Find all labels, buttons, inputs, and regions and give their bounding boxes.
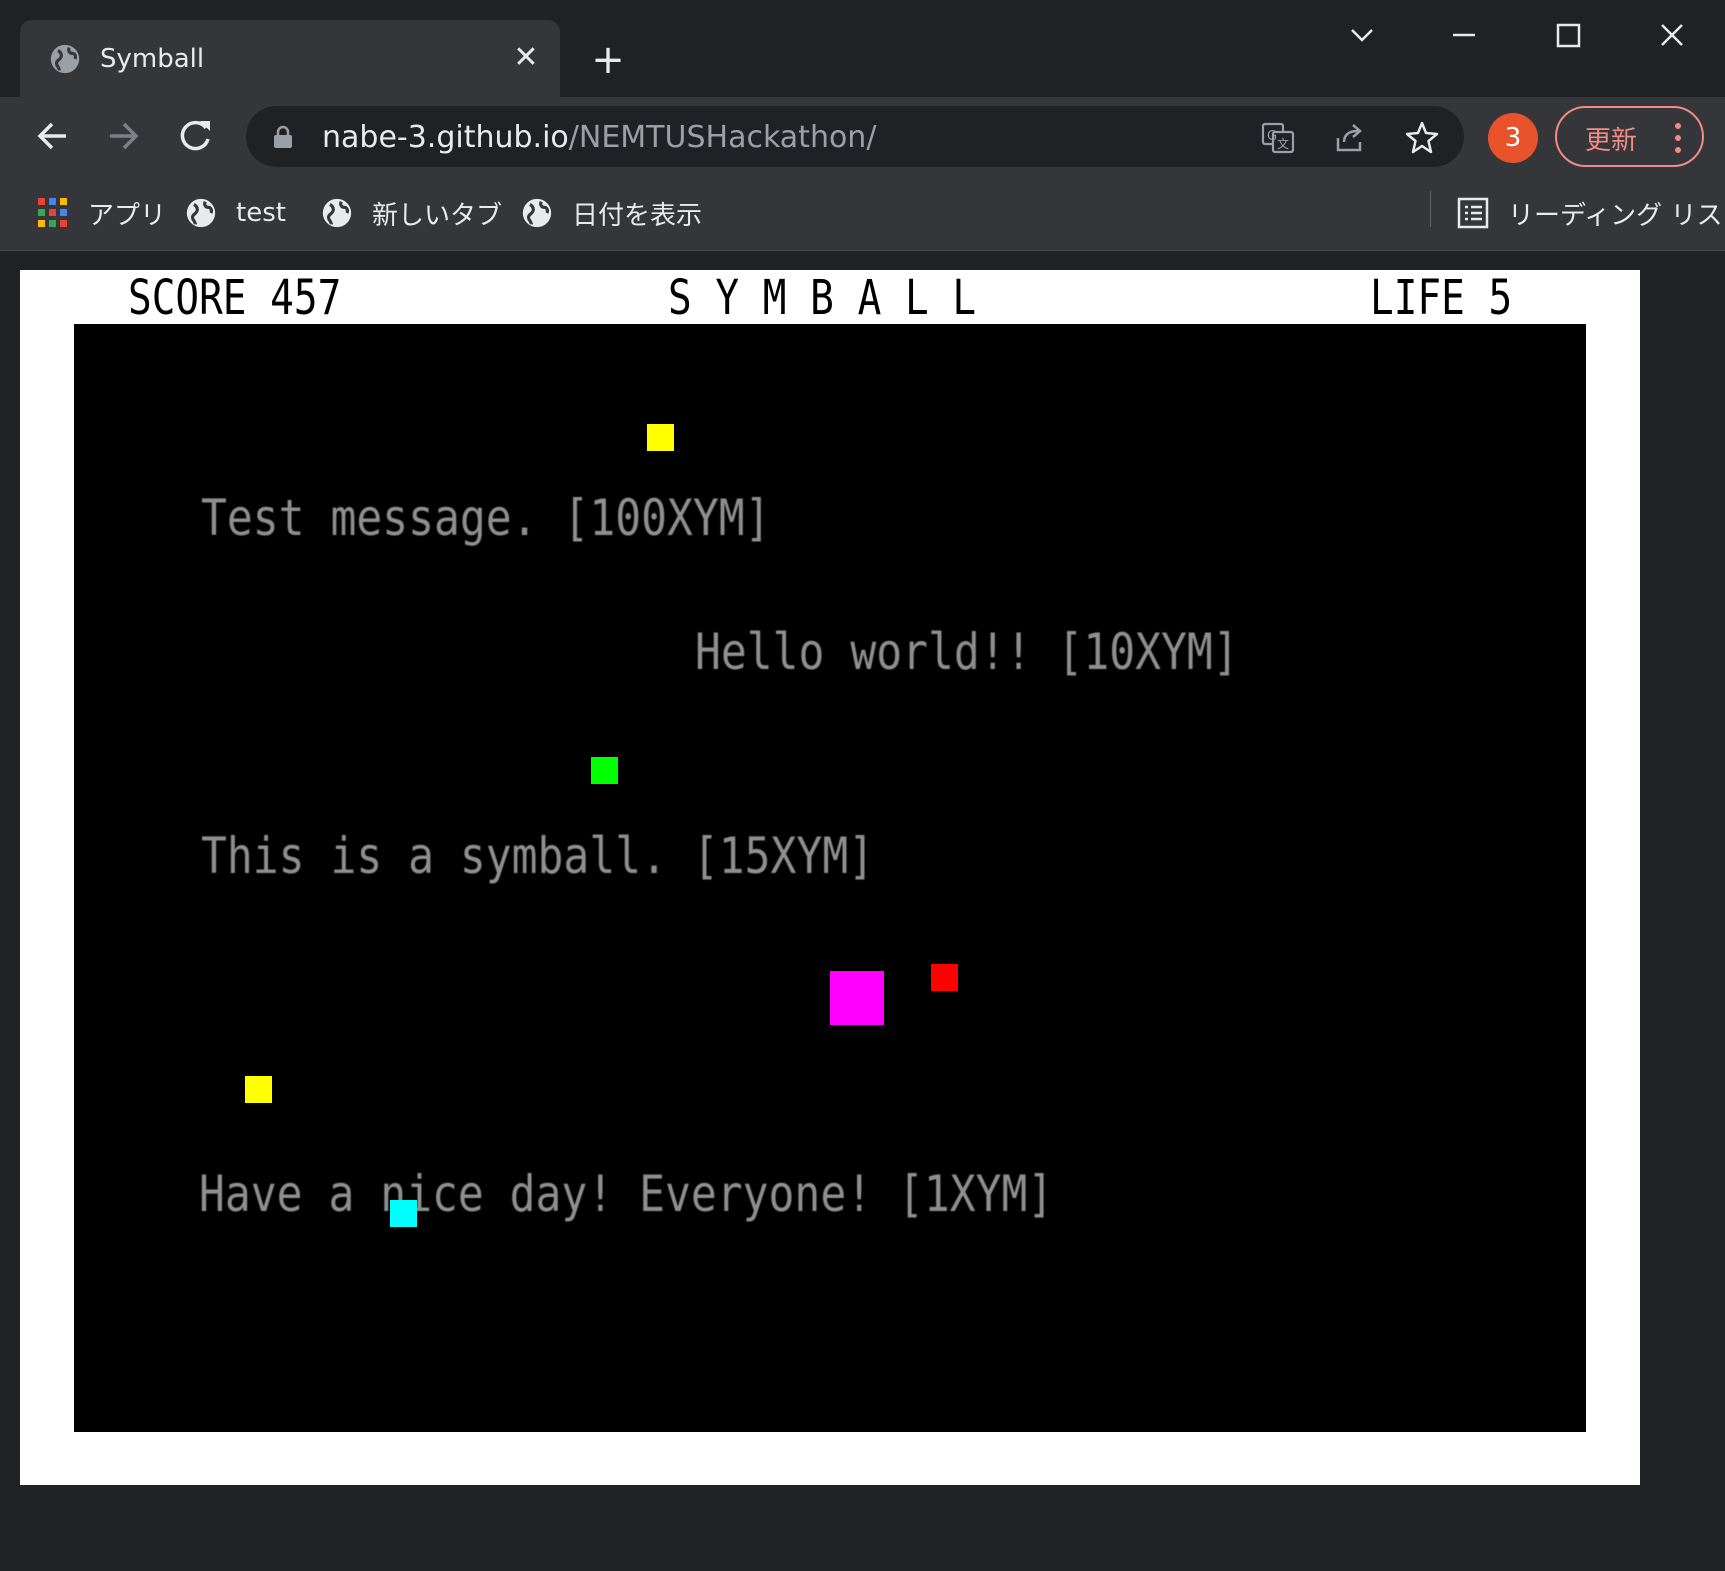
game-frame: SCORE 457 S Y M B A L L LIFE 5 Test mess… [20, 270, 1640, 1485]
red-block [931, 964, 958, 991]
game-title: S Y M B A L L [668, 270, 977, 326]
close-tab-icon[interactable]: ✕ [506, 38, 546, 78]
bookmarks-bar: アプリ test 新しいタブ 日付を表示 リーディング リスト [0, 175, 1725, 251]
reading-list-button[interactable]: リーディング リスト [1456, 193, 1725, 233]
tab-search-chevron-icon[interactable] [1332, 14, 1392, 58]
bookmark-separator [1430, 191, 1431, 227]
update-label: 更新 [1585, 126, 1638, 156]
menu-dots-icon[interactable] [1673, 122, 1683, 154]
bookmark-label: アプリ [88, 200, 167, 231]
svg-text:G: G [1267, 129, 1277, 144]
life-label: LIFE 5 [1370, 270, 1513, 326]
window-close-icon[interactable] [1642, 14, 1702, 58]
bookmark-new-tab[interactable]: 新しいタブ [320, 193, 502, 233]
page-content: SCORE 457 S Y M B A L L LIFE 5 Test mess… [0, 251, 1725, 1571]
bookmark-star-icon[interactable] [1402, 118, 1442, 158]
address-bar[interactable]: nabe-3.github.io/NEMTUSHackathon/ G 文 [246, 106, 1464, 167]
back-arrow-icon[interactable] [28, 111, 78, 161]
globe-icon [186, 198, 216, 228]
globe-icon [322, 198, 352, 228]
url-host: nabe-3.github.io [322, 120, 569, 155]
message-symbol[interactable]: Have a nice day! Everyone! [1XYM] [199, 1164, 1053, 1224]
svg-text:文: 文 [1277, 136, 1289, 151]
bookmark-label: test [236, 198, 286, 228]
yellow-block [647, 424, 674, 451]
message-symbol[interactable]: This is a symball. [15XYM] [201, 826, 874, 886]
new-tab-button[interactable]: + [586, 38, 630, 82]
forward-arrow-icon[interactable] [98, 111, 148, 161]
apps-grid-icon [38, 198, 67, 227]
lock-icon[interactable] [272, 125, 294, 149]
share-icon[interactable] [1330, 118, 1370, 158]
score-label: SCORE 457 [128, 270, 342, 326]
green-block [591, 757, 618, 784]
globe-icon [50, 44, 80, 74]
update-button[interactable]: 更新 [1555, 106, 1704, 167]
tab-title: Symball [100, 44, 205, 74]
bookmark-apps[interactable]: アプリ [36, 193, 166, 233]
message-symbol[interactable]: Hello world!! [10XYM] [695, 622, 1239, 682]
translate-icon[interactable]: G 文 [1258, 118, 1298, 158]
yellow-block [245, 1076, 272, 1103]
url-text[interactable]: nabe-3.github.io/NEMTUSHackathon/ [322, 120, 876, 155]
maximize-icon[interactable] [1538, 14, 1598, 58]
extensions-badge[interactable]: 3 [1488, 113, 1538, 163]
game-playfield[interactable]: Test message. [100XYM] Hello world!! [10… [74, 324, 1586, 1432]
bookmark-label: 新しいタブ [372, 200, 503, 231]
bookmark-test[interactable]: test [184, 193, 286, 233]
bookmark-label: 日付を表示 [572, 200, 703, 231]
bookmark-show-date[interactable]: 日付を表示 [520, 193, 702, 233]
browser-toolbar: nabe-3.github.io/NEMTUSHackathon/ G 文 3 … [0, 97, 1725, 175]
minimize-icon[interactable] [1434, 14, 1494, 58]
reading-list-icon [1457, 197, 1489, 229]
message-symbol[interactable]: Test message. [100XYM] [201, 488, 771, 548]
url-path: /NEMTUSHackathon/ [568, 120, 877, 155]
reload-icon[interactable] [170, 111, 220, 161]
browser-title-bar: Symball ✕ + [0, 0, 1725, 97]
browser-tab[interactable]: Symball ✕ [20, 20, 560, 97]
globe-icon [522, 198, 552, 228]
symball-ball [390, 1200, 417, 1227]
reading-list-label: リーディング リスト [1508, 200, 1725, 231]
player-paddle[interactable] [830, 971, 884, 1025]
